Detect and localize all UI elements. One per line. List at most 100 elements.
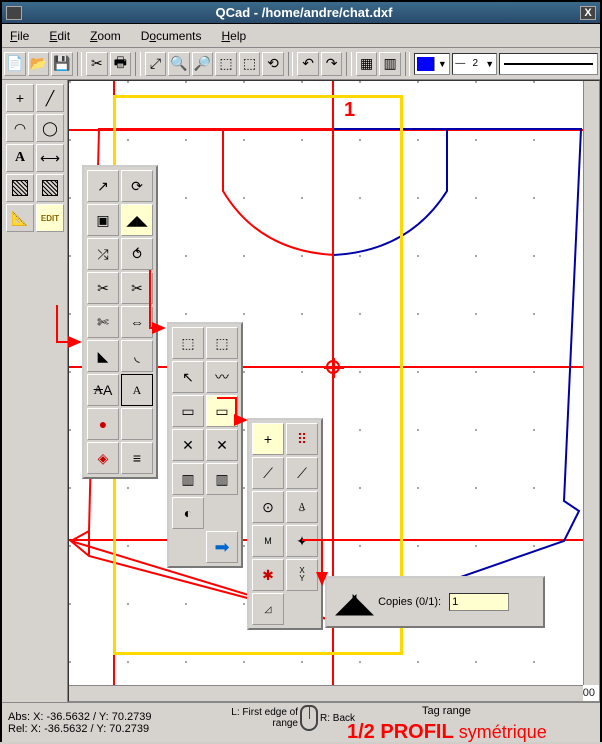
tool-layer[interactable]: ◈ [87,442,119,474]
save-button[interactable]: 💾 [51,52,73,76]
toolbar-main: 📄 📂 💾 ✂ 🖶 ⤢ 🔍 🔎 ⬚ ⬚ ⟲ ↶ ↷ ▦ ▥ ▼ —2▼ [2,48,600,80]
sysmenu-icon[interactable] [6,6,22,20]
tool-point[interactable]: + [6,84,34,112]
zoom-window-button[interactable]: ⬚ [215,52,237,76]
menu-help[interactable]: Help [221,29,246,43]
sel-invert[interactable]: ◐ [172,497,204,529]
tool-hatch[interactable] [6,174,34,202]
tool-hatch2[interactable] [36,174,64,202]
snap-end[interactable]: ⟋ [252,457,284,489]
popup-snap-tools: + ⠿ ⟋ ⟋ ⊙ A̲ M ✦ ✱ X Y ◿ [247,418,323,630]
close-button[interactable]: X [580,6,596,20]
sel-layer2[interactable]: ▥ [206,463,238,495]
tool-arc[interactable]: ◠ [6,114,34,142]
menu-edit[interactable]: Edit [49,29,70,43]
tool-rot2[interactable]: ⥀ [121,238,153,270]
tool-stretch[interactable]: ⇔ [121,306,153,338]
tool-mirror[interactable]: ◢◣ [121,204,153,236]
open-file-button[interactable]: 📂 [28,52,50,76]
copies-input[interactable] [449,593,509,611]
tool-dimension[interactable]: ⟷ [36,144,64,172]
line-sample [504,63,593,65]
tag-hint: Tag range [422,705,471,717]
marker-1: 1 [344,99,355,122]
new-file-button[interactable]: 📄 [4,52,26,76]
snap-int[interactable]: ✱ [252,559,284,591]
popup-edit-tools: ↗ ⟳ ▣ ◢◣ ⤮ ⥀ ✂ ✂ ✄ ⇔ ◣ ◟ AA A ● ◈ ≡ [82,165,158,479]
tool-bevel[interactable]: ◣ [87,340,119,372]
sel-window[interactable]: ▭ [172,395,204,427]
tool-move[interactable]: ↗ [87,170,119,202]
sel-none[interactable]: ⬚ [206,327,238,359]
tool-cut[interactable]: ✄ [87,306,119,338]
color-swatch [417,57,435,71]
menubar: File Edit Zoom Documents Help [2,24,600,48]
tool-trim2[interactable]: ✂ [121,272,153,304]
menu-zoom[interactable]: Zoom [90,29,121,43]
undo-button[interactable]: ↶ [297,52,319,76]
snap-on[interactable]: ⟋ [286,457,318,489]
snap-center[interactable]: ⊙ [252,491,284,523]
window-title: QCad - /home/andre/chat.dxf [28,5,580,20]
snap-auto[interactable]: ✦ [286,525,318,557]
linetype-select[interactable] [499,53,598,75]
copies-label: Copies (0/1): [378,596,441,608]
mirror-dialog: ◢◣ Copies (0/1): [325,576,545,628]
cut-button[interactable]: ✂ [86,52,108,76]
sel-continue[interactable]: ➡ [206,531,238,563]
sel-single[interactable]: ↖ [172,361,204,393]
layers-button[interactable]: ▥ [379,52,401,76]
snap-angle[interactable]: ◿ [252,593,284,625]
tool-text-a[interactable]: AA [87,374,119,406]
tool-line[interactable]: ╱ [36,84,64,112]
tool-text[interactable]: A [6,144,34,172]
tool-edit[interactable]: EDIT [36,204,64,232]
tool-rotate[interactable]: ⟳ [121,170,153,202]
workspace: + ╱ ◠ ◯ A ⟷ 📐 EDIT [2,80,600,702]
snap-grid[interactable]: ⠿ [286,423,318,455]
mirror-icon: ◢◣ [335,586,370,619]
linewidth-select[interactable]: —2▼ [452,53,497,75]
tool-scale[interactable]: ▣ [87,204,119,236]
tool-circle[interactable]: ◯ [36,114,64,142]
zoom-out-button[interactable]: 🔎 [192,52,214,76]
left-hint: L: First edge of range [212,707,298,729]
sel-contour[interactable]: 〰 [206,361,238,393]
scrollbar-vertical[interactable] [583,81,599,685]
zoom-fit-button[interactable]: ⤢ [145,52,167,76]
annotation-text: 1/2 PROFIL symétrique [347,721,547,744]
sel-layer[interactable]: ▥ [172,463,204,495]
print-button[interactable]: 🖶 [110,52,132,76]
tool-moverot[interactable]: ⤮ [87,238,119,270]
tool-blank1[interactable] [121,408,153,440]
statusbar: Abs: X: -36.5632 / Y: 70.2739 Rel: X: -3… [2,702,600,742]
tool-round[interactable]: ◟ [121,340,153,372]
tool-text-box[interactable]: A [121,374,153,406]
titlebar: QCad - /home/andre/chat.dxf X [2,2,600,24]
menu-documents[interactable]: Documents [141,29,202,43]
zoom-in-button[interactable]: 🔍 [168,52,190,76]
sel-window-in[interactable]: ▭ [206,395,238,427]
zoom-prev-button[interactable]: ⟲ [262,52,284,76]
rel-coords: Rel: X: -36.5632 / Y: 70.2739 [8,723,188,735]
color-select[interactable]: ▼ [414,53,450,75]
tool-delete[interactable]: ● [87,408,119,440]
abs-coords: Abs: X: -36.5632 / Y: 70.2739 [8,711,188,723]
grid-button[interactable]: ▦ [356,52,378,76]
tool-props[interactable]: ≡ [121,442,153,474]
snap-mid[interactable]: A̲ [286,491,318,523]
sel-all[interactable]: ⬚ [172,327,204,359]
left-toolbox: + ╱ ◠ ◯ A ⟷ 📐 EDIT [2,80,68,702]
snap-xy[interactable]: X Y [286,559,318,591]
snap-dist[interactable]: M [252,525,284,557]
scrollbar-horizontal[interactable] [69,685,583,701]
sel-intersect2[interactable]: ✕ [206,429,238,461]
sel-intersect[interactable]: ✕ [172,429,204,461]
menu-file[interactable]: File [10,29,29,43]
redo-button[interactable]: ↷ [321,52,343,76]
snap-free[interactable]: + [252,423,284,455]
crosshair-icon [326,360,340,374]
tool-trim[interactable]: ✂ [87,272,119,304]
zoom-pan-button[interactable]: ⬚ [239,52,261,76]
tool-measure[interactable]: 📐 [6,204,34,232]
